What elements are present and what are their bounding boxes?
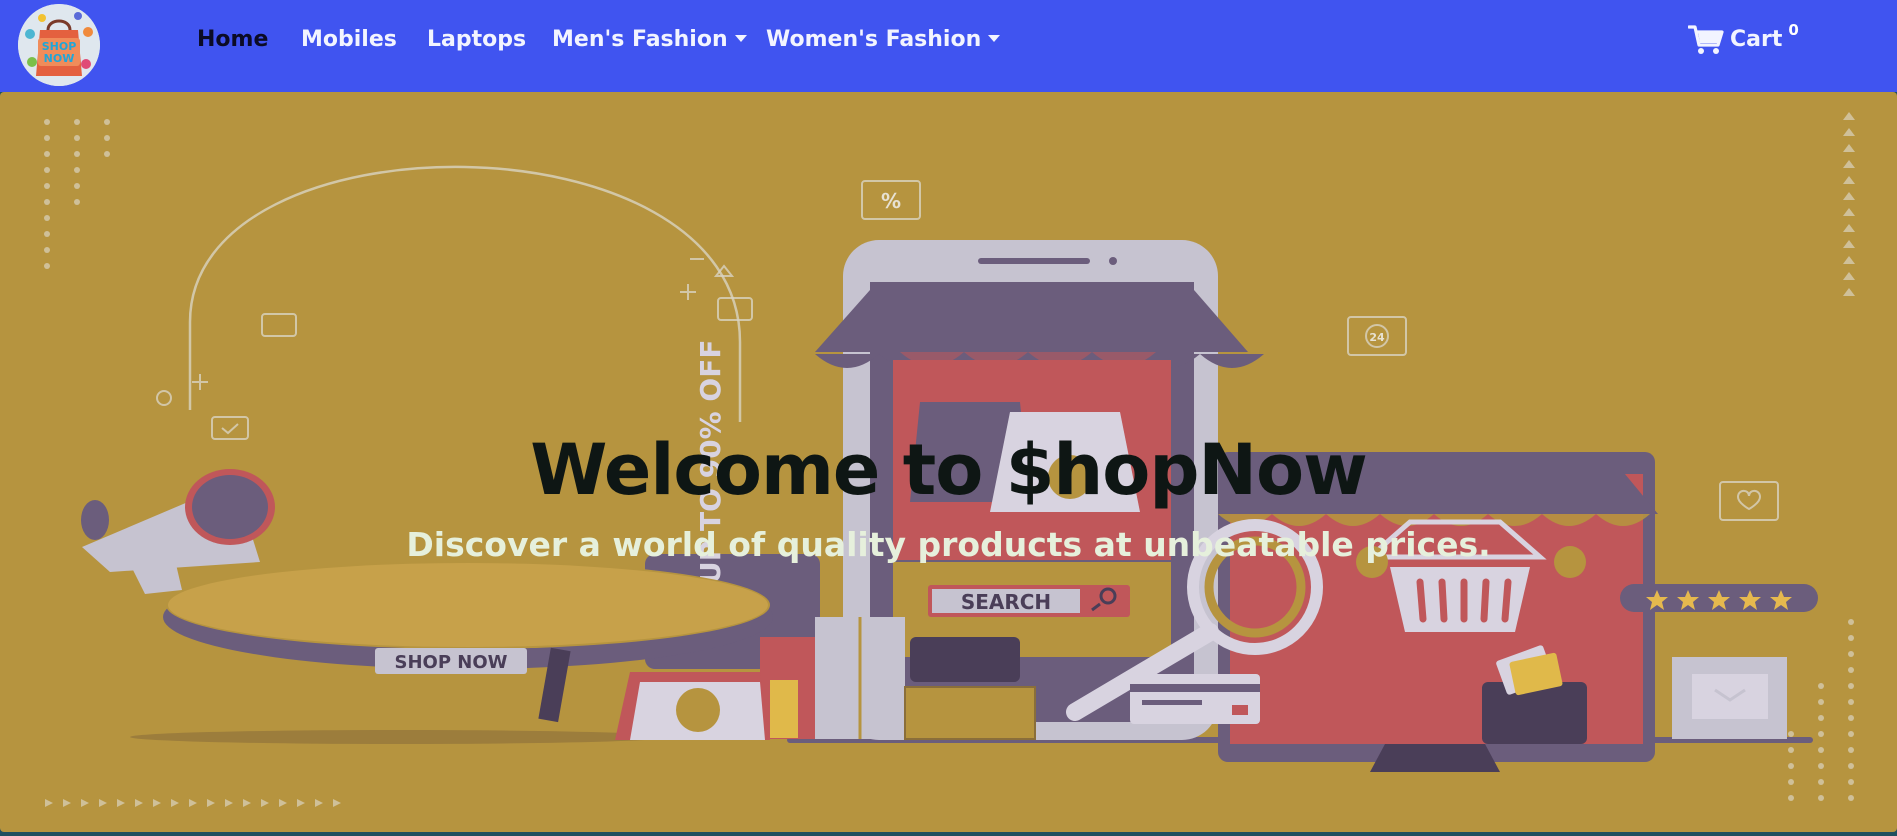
navbar: SHOP NOW Home Mobiles Laptops Men's Fash…	[0, 0, 1897, 92]
nav-womens-fashion-dropdown[interactable]: Women's Fashion	[766, 27, 1001, 52]
support-badge-text: 24	[1369, 331, 1385, 344]
cart-label: Cart	[1730, 27, 1783, 52]
nav-mobiles-label: Mobiles	[301, 27, 397, 52]
hero-title: Welcome to $hopNow	[530, 428, 1368, 511]
percent-badge-text: %	[881, 189, 901, 213]
caret-down-icon	[734, 35, 747, 42]
caret-down-icon	[988, 35, 1001, 42]
cart-count-badge: 0	[1788, 21, 1799, 39]
shop-now-illustration-label: SHOP NOW	[394, 652, 507, 673]
cart-link[interactable]: Cart 0	[1688, 21, 1799, 58]
decorative-dots	[44, 119, 110, 269]
nav-laptops-link[interactable]: Laptops	[427, 27, 526, 52]
hero-banner: % 24 SEARCH UP TO 90% OFF SHOP NOW Welco…	[0, 92, 1897, 832]
nav-home-label: Home	[197, 27, 269, 52]
nav-mens-fashion-label: Men's Fashion	[552, 27, 728, 52]
logo-text-now: NOW	[44, 52, 75, 65]
shopping-bag-logo-icon: SHOP NOW	[18, 4, 100, 86]
search-illustration-label: SEARCH	[961, 590, 1051, 614]
cart-icon	[1688, 25, 1724, 54]
hero-subtitle: Discover a world of quality products at …	[406, 525, 1491, 564]
nav-womens-fashion-label: Women's Fashion	[766, 27, 982, 52]
nav-laptops-label: Laptops	[427, 27, 527, 52]
nav-home-link[interactable]: Home	[197, 27, 268, 52]
shopnow-logo[interactable]: SHOP NOW	[18, 4, 100, 86]
nav-mens-fashion-dropdown[interactable]: Men's Fashion	[552, 27, 747, 52]
nav-mobiles-link[interactable]: Mobiles	[301, 27, 397, 52]
